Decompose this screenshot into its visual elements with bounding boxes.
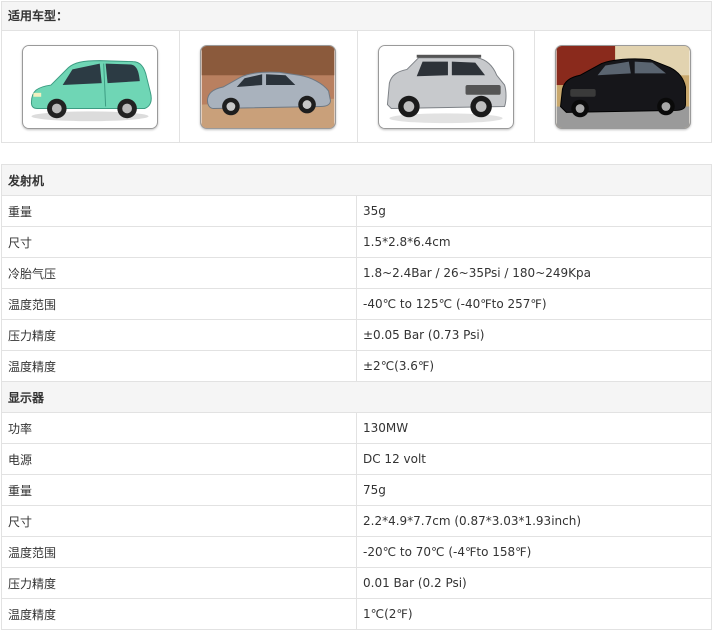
spec-value: 130MW (356, 412, 712, 444)
spec-value: 35g (356, 195, 712, 227)
silver-suv-car-icon (377, 44, 514, 129)
spec-row: 温度精度 ±2℃(3.6℉) (1, 350, 712, 382)
spec-value: 75g (356, 474, 712, 506)
spec-label: 温度范围 (1, 288, 357, 320)
spec-value: DC 12 volt (356, 443, 712, 475)
spec-value: 2.2*4.9*7.7cm (0.87*3.03*1.93inch) (356, 505, 712, 537)
green-hatchback-car-icon (22, 44, 159, 129)
spec-label: 冷胎气压 (1, 257, 357, 289)
applicable-models-header: 适用车型： (1, 1, 712, 31)
car-model-cell-1 (2, 31, 180, 142)
spec-label: 重量 (1, 474, 357, 506)
spec-row: 冷胎气压 1.8~2.4Bar / 26~35Psi / 180~249Kpa (1, 257, 712, 289)
car-models-strip (1, 31, 712, 143)
car-model-cell-3 (358, 31, 536, 142)
spec-row: 功率 130MW (1, 412, 712, 444)
spec-label: 功率 (1, 412, 357, 444)
spec-table: 发射机 重量 35g 尺寸 1.5*2.8*6.4cm 冷胎气压 1.8~2.4Bar /… (1, 164, 712, 630)
spec-value: -40℃ to 125℃ (-40℉to 257℉) (356, 288, 712, 320)
spec-row: 电源 DC 12 volt (1, 443, 712, 475)
silver-sedan-car-icon (200, 44, 337, 129)
spec-value: -20℃ to 70℃ (-4℉to 158℉) (356, 536, 712, 568)
spec-row: 重量 35g (1, 195, 712, 227)
spec-value: 1.5*2.8*6.4cm (356, 226, 712, 258)
spec-label: 温度范围 (1, 536, 357, 568)
black-sedan-car-icon (555, 44, 692, 129)
section-title: 发射机 (1, 164, 712, 196)
spec-value: 1℃(2℉) (356, 598, 712, 630)
spec-value: 0.01 Bar (0.2 Psi) (356, 567, 712, 599)
spec-row: 温度范围 -20℃ to 70℃ (-4℉to 158℉) (1, 536, 712, 568)
spec-label: 温度精度 (1, 350, 357, 382)
spec-row: 温度范围 -40℃ to 125℃ (-40℉to 257℉) (1, 288, 712, 320)
spec-label: 尺寸 (1, 505, 357, 537)
spec-row: 重量 75g (1, 474, 712, 506)
spec-value: ±2℃(3.6℉) (356, 350, 712, 382)
spec-row: 温度精度 1℃(2℉) (1, 598, 712, 630)
applicable-models-title: 适用车型： (8, 9, 69, 23)
section-header-row: 发射机 (1, 164, 712, 196)
spec-value: 1.8~2.4Bar / 26~35Psi / 180~249Kpa (356, 257, 712, 289)
spec-row: 尺寸 1.5*2.8*6.4cm (1, 226, 712, 258)
spec-row: 尺寸 2.2*4.9*7.7cm (0.87*3.03*1.93inch) (1, 505, 712, 537)
spec-label: 温度精度 (1, 598, 357, 630)
car-model-cell-4 (535, 31, 712, 142)
spec-label: 尺寸 (1, 226, 357, 258)
spec-label: 压力精度 (1, 567, 357, 599)
spec-value: ±0.05 Bar (0.73 Psi) (356, 319, 712, 351)
spec-row: 压力精度 0.01 Bar (0.2 Psi) (1, 567, 712, 599)
car-model-cell-2 (180, 31, 358, 142)
spec-label: 重量 (1, 195, 357, 227)
section-title: 显示器 (1, 381, 712, 413)
spec-label: 压力精度 (1, 319, 357, 351)
spec-row: 压力精度 ±0.05 Bar (0.73 Psi) (1, 319, 712, 351)
spec-label: 电源 (1, 443, 357, 475)
section-header-row: 显示器 (1, 381, 712, 413)
